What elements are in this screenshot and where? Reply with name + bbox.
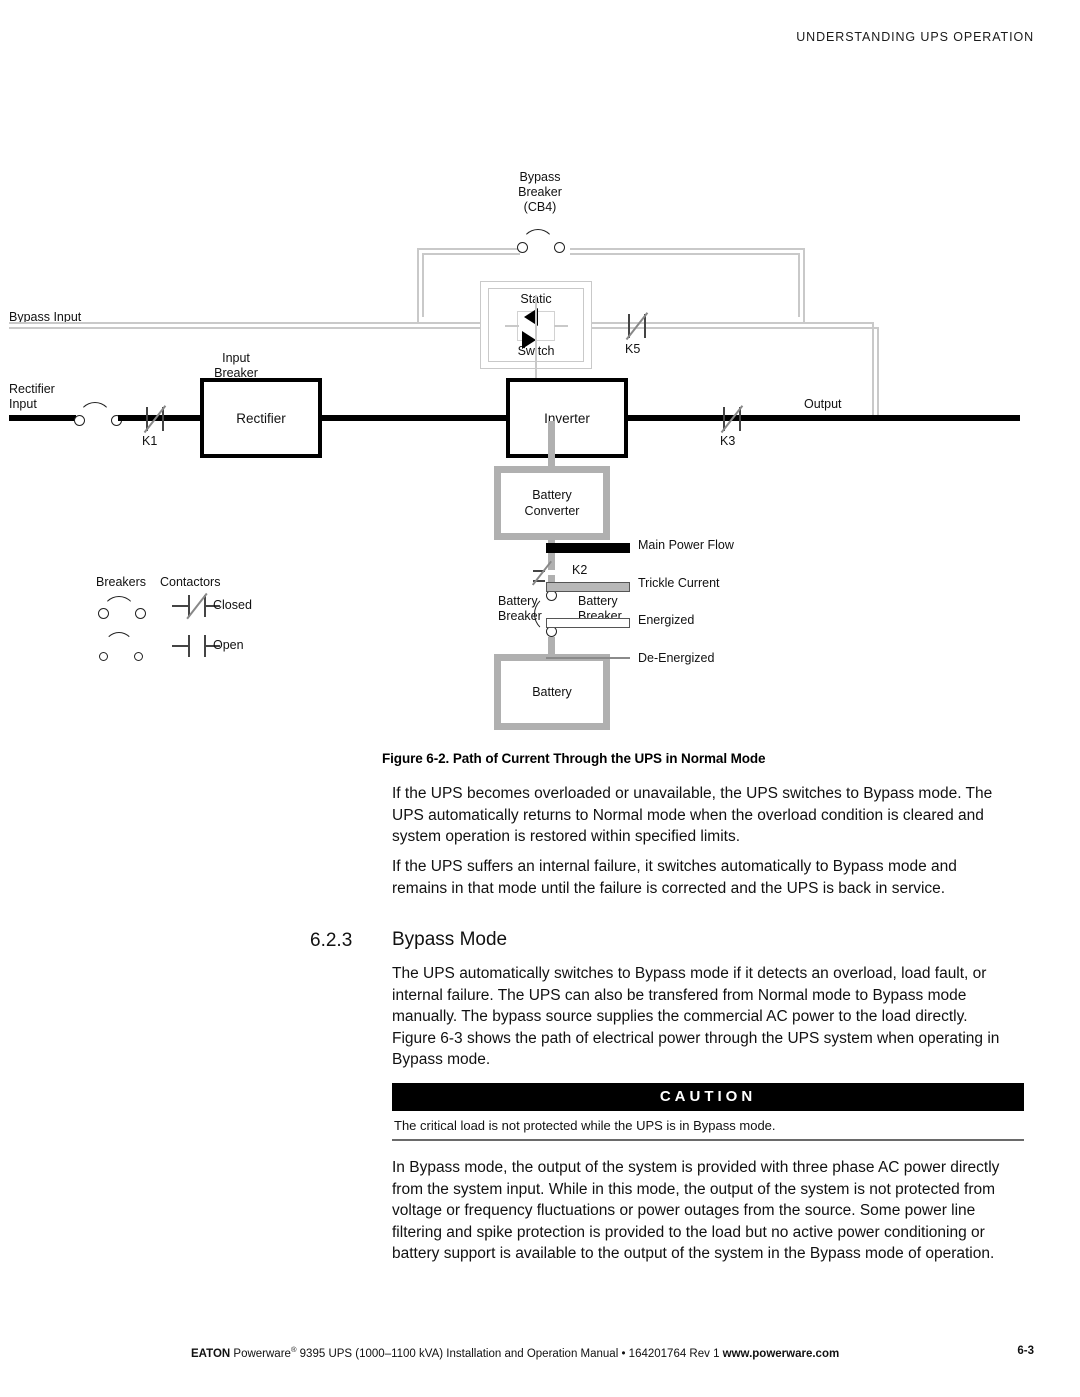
bypass-wire-right-vert xyxy=(803,248,805,322)
input-breaker-node-left xyxy=(74,415,85,426)
contactor-closed-lead-left xyxy=(172,605,188,607)
k3-label: K3 xyxy=(720,434,736,448)
contactor-closed-label: Closed xyxy=(213,598,252,612)
bypass-wire-top-right xyxy=(570,248,805,250)
output-bus xyxy=(874,415,1020,421)
battery-converter-label-line2: Converter xyxy=(524,504,580,518)
rectifier-input-label-line1: Rectifier xyxy=(9,382,55,396)
contactors-key-title: Contactors xyxy=(160,575,221,589)
section-number: 6.2.3 xyxy=(310,930,353,951)
input-breaker-label-line1: Input xyxy=(222,351,250,365)
breaker-open-node-right xyxy=(134,652,143,661)
rectifier-block-label: Rectifier xyxy=(236,410,286,426)
ups-normal-mode-diagram: Bypass Breaker (CB4) Bypass Input Static… xyxy=(0,150,1080,750)
k2-label: K2 xyxy=(572,563,588,577)
bypass-wire-left-vert xyxy=(417,248,419,322)
legend-battery-breaker-line1: Battery xyxy=(498,594,538,608)
legend-swatch-energized xyxy=(546,618,630,628)
bypass-wire-right-vert-inner xyxy=(798,253,800,317)
legend-battery-breaker-line2: Breaker xyxy=(498,609,542,623)
scr-center-stem xyxy=(535,295,537,380)
bypass-breaker-label-line3: (CB4) xyxy=(523,200,557,214)
contactor-open-bar-left xyxy=(188,635,190,657)
rectifier-input-label-line2: Input xyxy=(9,397,37,411)
breaker-closed-node-left xyxy=(98,608,109,619)
contactor-open-lead-left xyxy=(172,645,188,647)
bypass-wire-top-left-inner xyxy=(422,253,520,255)
battery-converter-block: Battery Converter xyxy=(494,466,610,540)
paragraph-internal-failure: If the UPS suffers an internal failure, … xyxy=(392,858,957,897)
footer-brand: EATON xyxy=(191,1347,231,1360)
k5-label: K5 xyxy=(625,342,641,356)
breaker-closed-symbol xyxy=(98,594,153,620)
scr-triangle-right-icon xyxy=(522,331,536,349)
battery-converter-stem xyxy=(548,421,555,468)
bypass-input-bus-top xyxy=(9,322,511,324)
breaker-open-node-left xyxy=(99,652,108,661)
bypass-breaker-label-line2: Breaker xyxy=(518,185,562,199)
breaker-closed-node-right xyxy=(135,608,146,619)
footer-website[interactable]: www.powerware.com xyxy=(723,1348,840,1360)
bypass-breaker-node-right xyxy=(554,242,565,253)
footer-text: EATON Powerware® 9395 UPS (1000–1100 kVA… xyxy=(191,1345,839,1360)
bypass-breaker-label-line1: Bypass xyxy=(519,170,561,184)
output-tie-vert-outer xyxy=(872,322,874,420)
legend-swatch-main-power-flow xyxy=(546,543,630,553)
breaker-open-symbol xyxy=(98,632,153,662)
legend-label-de-energized: De-Energized xyxy=(638,651,715,665)
caution-box: CAUTION The critical load is not protect… xyxy=(392,1083,1024,1141)
caution-title: CAUTION xyxy=(392,1083,1024,1111)
dc-bus-rectifier-to-inverter xyxy=(322,415,506,421)
legend-label-energized: Energized xyxy=(638,613,695,627)
page-header: UNDERSTANDING UPS OPERATION xyxy=(796,30,1034,44)
footer-product: Powerware xyxy=(233,1347,291,1360)
footer-page-number: 6-3 xyxy=(1017,1345,1034,1357)
k5-contactor-symbol xyxy=(620,308,654,342)
bypass-wire-top-right-inner xyxy=(570,253,800,255)
bypass-breaker-label: Bypass Breaker (CB4) xyxy=(475,170,605,215)
bypass-wire-left-vert-inner xyxy=(422,253,424,317)
paragraph-bypass-mode-details: In Bypass mode, the output of the system… xyxy=(392,1159,1000,1262)
paragraph-bypass-mode-intro: The UPS automatically switches to Bypass… xyxy=(392,965,1000,1068)
k1-contactor-symbol xyxy=(138,401,172,435)
scr-lead-right xyxy=(554,325,568,327)
output-tie-vert-inner xyxy=(877,327,879,420)
battery-converter-label: Battery Converter xyxy=(525,487,580,519)
footer-separator: • xyxy=(618,1347,629,1360)
k1-label: K1 xyxy=(142,434,158,448)
bypass-wire-top-left xyxy=(417,248,520,250)
legend-swatch-trickle-current xyxy=(546,582,630,592)
breakers-key-title: Breakers xyxy=(96,575,147,589)
paragraph-normal-mode-overload: If the UPS becomes overloaded or unavail… xyxy=(392,785,993,845)
battery-block: Battery xyxy=(494,654,610,730)
breaker-open-arc xyxy=(104,632,134,656)
output-label: Output xyxy=(804,397,842,411)
figure-caption: Figure 6‑2. Path of Current Through the … xyxy=(382,751,766,766)
k3-contactor-symbol xyxy=(715,401,749,435)
battery-block-label: Battery xyxy=(532,685,572,699)
contactor-open-label: Open xyxy=(213,638,244,652)
rectifier-block: Rectifier xyxy=(200,378,322,458)
section-title: Bypass Mode xyxy=(392,929,508,950)
bypass-input-bus-bottom xyxy=(9,327,511,329)
scr-lead-left xyxy=(505,325,519,327)
battery-breaker-label-line1: Battery xyxy=(578,594,618,608)
bypass-breaker-node-left xyxy=(517,242,528,253)
inverter-output-bus xyxy=(628,415,874,421)
page-footer: EATON Powerware® 9395 UPS (1000–1100 kVA… xyxy=(0,1345,1080,1367)
rectifier-input-bus-left xyxy=(9,415,76,421)
battery-converter-label-line1: Battery xyxy=(532,488,572,502)
caution-text: The critical load is not protected while… xyxy=(392,1111,1024,1141)
legend-label-trickle-current: Trickle Current xyxy=(638,576,720,590)
legend-swatch-de-energized xyxy=(546,657,630,659)
bypass-breaker-cb4-symbol xyxy=(517,229,572,256)
legend-label-main-power-flow: Main Power Flow xyxy=(638,538,734,552)
footer-description: 9395 UPS (1000–1100 kVA) Installation an… xyxy=(296,1347,619,1360)
inverter-block: Inverter xyxy=(506,378,628,458)
footer-doc-number: 164201764 Rev 1 xyxy=(628,1347,723,1360)
